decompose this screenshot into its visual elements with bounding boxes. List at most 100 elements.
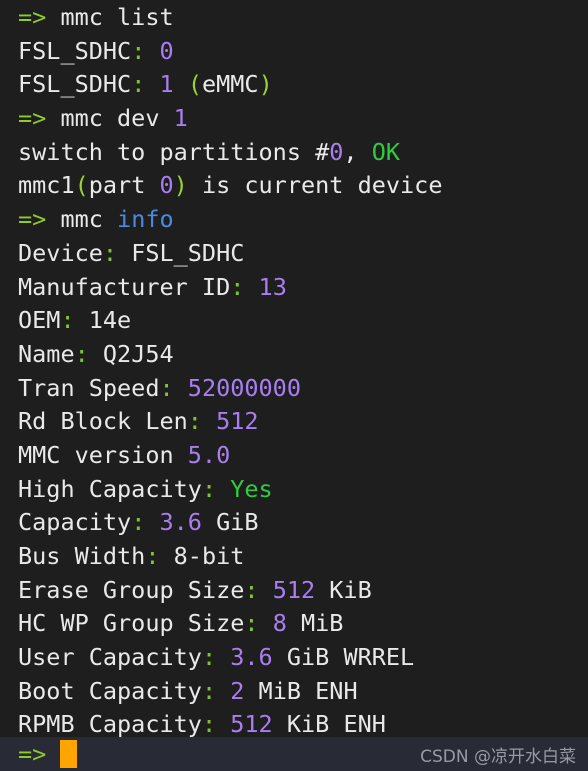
terminal-token: 5.0 xyxy=(187,440,231,469)
terminal-token: is current device xyxy=(187,171,443,200)
terminal-line: => mmc dev 1 xyxy=(18,102,588,136)
terminal-token: => xyxy=(18,205,47,234)
terminal-token: : xyxy=(131,508,146,537)
terminal-token: FSL_SDHC xyxy=(117,238,245,267)
terminal-token: : xyxy=(145,542,160,570)
terminal-line: User Capacity: 3.6 GiB WRREL xyxy=(18,641,588,675)
terminal-token: 0 xyxy=(329,137,344,166)
terminal-token: mmc xyxy=(46,205,118,234)
terminal-token: KiB xyxy=(315,575,372,604)
terminal-token: User Capacity xyxy=(18,643,202,672)
terminal-token: : xyxy=(60,306,75,335)
terminal-token: info xyxy=(117,205,174,234)
terminal-token: : xyxy=(102,238,118,267)
terminal-token: Yes xyxy=(230,474,273,503)
terminal-token: GiB xyxy=(201,508,259,537)
terminal-token: mmc1 xyxy=(18,171,75,200)
terminal-token: 512 xyxy=(272,575,316,604)
terminal-token: ) xyxy=(258,70,273,99)
terminal-line: OEM: 14e xyxy=(18,304,588,338)
terminal-token: MiB xyxy=(286,609,344,638)
terminal-token: Erase Group Size xyxy=(18,575,245,604)
terminal-token: : xyxy=(131,70,146,99)
terminal-token: : xyxy=(244,575,259,604)
terminal-token: KiB ENH xyxy=(272,710,386,739)
terminal-token: part xyxy=(88,171,160,200)
terminal-line: Bus Width: 8-bit xyxy=(18,540,588,574)
terminal-token: 8 xyxy=(272,609,287,638)
terminal-token: ( xyxy=(187,70,202,99)
terminal-token: : xyxy=(131,36,146,65)
terminal-token: OK xyxy=(371,137,401,166)
prompt-symbol: => xyxy=(18,740,47,768)
terminal-token: 13 xyxy=(258,272,287,301)
terminal-token: 3.6 xyxy=(230,643,273,672)
terminal-token: : xyxy=(74,339,89,368)
terminal-token: 52000000 xyxy=(187,373,301,402)
terminal-token: Device xyxy=(18,238,103,267)
terminal-status-bar[interactable]: => CSDN @凉开水白菜 xyxy=(0,737,588,771)
terminal-token: Tran Speed xyxy=(18,373,160,402)
terminal-line: Erase Group Size: 512 KiB xyxy=(18,574,588,608)
terminal-token: HC WP Group Size xyxy=(18,609,245,638)
terminal-token: : xyxy=(201,676,217,705)
terminal-token: , xyxy=(343,137,372,166)
terminal-token: 1 xyxy=(173,104,188,133)
block-cursor xyxy=(60,740,78,768)
terminal-line: MMC version 5.0 xyxy=(18,439,588,473)
terminal-token: 8-bit xyxy=(159,542,245,570)
terminal-token: : xyxy=(201,474,217,503)
terminal-line: FSL_SDHC: 0 xyxy=(18,35,588,69)
terminal-token: mmc list xyxy=(46,3,174,31)
terminal-line: Manufacturer ID: 13 xyxy=(18,271,588,305)
terminal-token: => xyxy=(18,104,47,133)
csdn-watermark: CSDN @凉开水白菜 xyxy=(420,746,576,767)
terminal-token: 14e xyxy=(74,306,132,335)
terminal-token: GiB WRREL xyxy=(272,643,415,672)
terminal-token: Capacity xyxy=(18,508,132,537)
terminal-token: : xyxy=(244,609,259,638)
terminal-line: Device: FSL_SDHC xyxy=(18,237,588,271)
terminal-line: => mmc list xyxy=(18,1,588,35)
terminal-token: => xyxy=(18,3,47,31)
terminal-token: Boot Capacity xyxy=(18,676,202,705)
terminal-line: FSL_SDHC: 1 (eMMC) xyxy=(18,68,588,102)
terminal-line: HC WP Group Size: 8 MiB xyxy=(18,607,588,641)
terminal-token: mmc dev xyxy=(46,104,174,133)
terminal-token: Q2J54 xyxy=(88,339,174,368)
terminal-token: : xyxy=(159,373,174,402)
terminal-output[interactable]: => mmc list FSL_SDHC: 0 FSL_SDHC: 1 (eMMC)… xyxy=(0,0,588,739)
terminal-token: : xyxy=(201,643,217,672)
terminal-token: : xyxy=(230,272,245,301)
terminal-line: => mmc info xyxy=(18,203,588,237)
terminal-line: High Capacity: Yes xyxy=(18,473,588,507)
terminal-token: 0 xyxy=(159,171,174,200)
terminal-token: 0 xyxy=(159,36,174,65)
terminal-line: Boot Capacity: 2 MiB ENH xyxy=(18,675,588,709)
terminal-token: Rd Block Len xyxy=(18,407,188,436)
terminal-token: switch to partitions # xyxy=(18,137,330,166)
terminal-line: switch to partitions #0, OK xyxy=(18,136,588,170)
terminal-token: 3.6 xyxy=(159,508,202,537)
terminal-window[interactable]: => mmc list FSL_SDHC: 0 FSL_SDHC: 1 (eMMC)… xyxy=(0,0,588,771)
terminal-token: OEM xyxy=(18,306,61,335)
terminal-token: : xyxy=(201,710,217,739)
terminal-token: FSL_SDHC xyxy=(18,70,132,99)
terminal-token: Manufacturer ID xyxy=(18,272,231,301)
terminal-line: mmc1(part 0) is current device xyxy=(18,169,588,203)
terminal-token: FSL_SDHC xyxy=(18,36,132,65)
terminal-line: Name: Q2J54 xyxy=(18,338,588,372)
terminal-token: ) xyxy=(173,171,188,200)
terminal-token: ( xyxy=(74,171,89,200)
terminal-line: Capacity: 3.6 GiB xyxy=(18,506,588,540)
terminal-line: Rd Block Len: 512 xyxy=(18,405,588,439)
